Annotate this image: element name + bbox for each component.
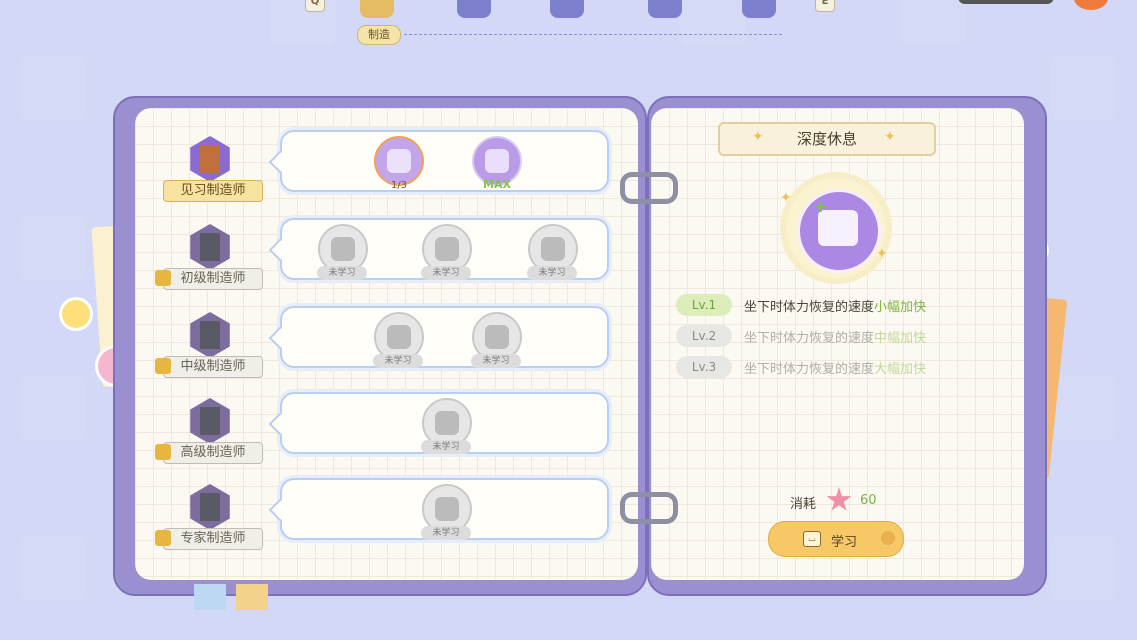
skill-status-tag: 未学习 [421,266,471,280]
ticket-icon [387,325,411,349]
learn-button-label: 学习 [831,535,858,550]
skill-status-tag: 未学习 [421,526,471,540]
sparkle-icon [485,149,509,173]
lock-icon [155,530,171,546]
tab-pig-icon[interactable] [648,0,682,18]
active-tab-label: 制造 [357,25,401,45]
lock-icon [155,358,171,374]
level-description: 坐下时体力恢复的速度小幅加快 [744,296,926,315]
tier-row: 专家制造师 未学习 [133,478,623,558]
tab-crafting-hammer-icon[interactable] [360,0,394,18]
tier-skill-panel: 未学习 [280,478,609,540]
currency-display [958,0,1054,4]
hammer-icon [200,233,220,261]
skill-progress: 1/3 [390,180,408,191]
plus-icon: + [814,197,828,216]
next-tab-key[interactable]: E [815,0,835,12]
tier-name: 专家制造师 [163,528,263,550]
hammer-icon [200,145,220,173]
level-description: 坐下时体力恢复的速度中幅加快 [744,327,926,346]
tier-row: 高级制造师 未学习 [133,392,623,472]
skill-status-tag: 未学习 [317,266,367,280]
hammer-icon [200,407,220,435]
level-desc-text: 坐下时体力恢复的速度 [744,300,875,315]
lock-icon [155,444,171,460]
tab-bird-icon[interactable] [742,0,776,18]
star-icon [826,487,852,511]
skill-status-tag: 未学习 [373,354,423,368]
sparkle-icon: ✦ [780,190,792,206]
level-description: 坐下时体力恢复的速度大幅加快 [744,358,926,377]
skill-max-tag: MAX [483,178,511,191]
level-row: Lv.2 坐下时体力恢复的速度中幅加快 [676,325,1006,349]
lock-icon [155,270,171,286]
level-desc-text: 坐下时体力恢复的速度 [744,331,875,346]
level-badge: Lv.2 [676,325,732,347]
mushroom-icon [541,237,565,261]
tab-tree-icon[interactable] [550,0,584,18]
gear-icon [331,237,355,261]
binder-ring [620,492,678,524]
level-effect-highlight: 大幅加快 [874,362,927,377]
tier-badge-hammer-icon [190,312,230,358]
cost-label: 消耗 [790,497,817,512]
skill-node-bench-icon[interactable] [374,136,424,186]
sparkle-icon: ✦ [876,246,888,262]
level-effect-highlight: 小幅加快 [874,300,927,315]
level-row: Lv.1 坐下时体力恢复的速度小幅加快 [676,294,1006,318]
skill-status-tag: 未学习 [421,440,471,454]
prev-tab-key[interactable]: Q [305,0,325,12]
tier-row: 初级制造师 未学习 未学习 未学习 [133,218,623,298]
learn-button[interactable]: ⌴ 学习 [768,521,904,557]
tab-divider [404,34,782,35]
tier-skill-panel: 未学习 未学习 未学习 [280,218,609,280]
top-nav: Q E 制造 [0,0,1137,50]
skill-status-tag: 未学习 [527,266,577,280]
tier-skill-panel: 未学习 未学习 [280,306,609,368]
level-desc-text: 坐下时体力恢复的速度 [744,362,875,377]
wand-icon [435,411,459,435]
tier-skill-panel: 1/3 MAX [280,130,609,192]
tier-badge-hammer-icon [190,224,230,270]
binder-ring [620,172,678,204]
skill-status-tag: 未学习 [471,354,521,368]
tier-name: 初级制造师 [163,268,263,290]
paw-icon [881,531,895,545]
tier-badge-hammer-icon [190,136,230,182]
hammer-icon [200,493,220,521]
tier-skill-panel: 未学习 [280,392,609,454]
tier-row: 中级制造师 未学习 未学习 [133,306,623,386]
tier-badge-hammer-icon [190,398,230,444]
sparkle-icon: ✦ [884,129,896,145]
tier-name: 高级制造师 [163,442,263,464]
cost-row: 消耗 60 [790,487,910,512]
tab-figure-icon[interactable] [457,0,491,18]
muscle-icon [485,325,509,349]
bookmark-tab[interactable] [236,584,268,610]
skill-title: 深度休息 [718,122,936,156]
bookmark-tab[interactable] [194,584,226,610]
robot-icon [435,497,459,521]
level-row: Lv.3 坐下时体力恢复的速度大幅加快 [676,356,1006,380]
space-key-icon: ⌴ [803,531,821,547]
tier-name: 中级制造师 [163,356,263,378]
level-badge: Lv.1 [676,294,732,316]
close-button[interactable] [1074,0,1108,10]
level-effect-highlight: 中幅加快 [874,331,927,346]
hammer-icon [200,321,220,349]
level-badge: Lv.3 [676,356,732,378]
tier-name: 见习制造师 [163,180,263,202]
flower-icon [62,300,90,328]
tier-badge-hammer-icon [190,484,230,530]
flower-icon [435,237,459,261]
bench-icon [387,149,411,173]
sparkle-icon: ✦ [752,129,764,145]
tier-row: 见习制造师 1/3 MAX [133,130,623,210]
cost-value: 60 [860,493,877,508]
